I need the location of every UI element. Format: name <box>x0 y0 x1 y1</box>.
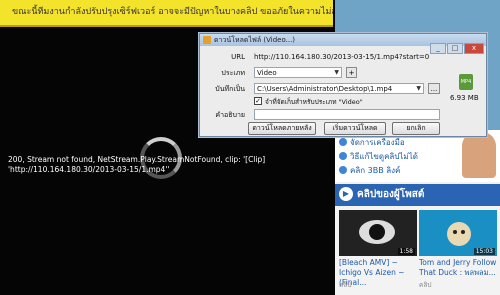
download-later-button[interactable]: ดาวน์โหลดภายหลัง <box>248 122 316 135</box>
download-dialog: ดาวน์โหลดไฟล์ (Video...) _ □ x URL http://… <box>199 33 487 137</box>
video-duration: 1:58 <box>397 248 415 255</box>
remember-label: จำที่จัดเก็บสำหรับประเภท "Video" <box>265 98 363 106</box>
stream-error-message: 200, Stream not found, NetStream.Play.St… <box>8 155 266 174</box>
category-select[interactable]: Video ▼ <box>254 67 342 78</box>
video-duration: 15:03 <box>473 248 495 255</box>
description-label: คำอธิบาย <box>215 111 245 119</box>
maintenance-notice: ขณะนี้ทีมงานกำลังปรับปรุงเซิร์ฟเวอร์ อาจ… <box>0 0 333 27</box>
chevron-down-icon: ▼ <box>416 85 421 92</box>
browse-button[interactable]: ... <box>428 83 440 94</box>
close-button[interactable]: x <box>464 43 484 54</box>
video-meta: คลิป <box>339 281 352 289</box>
promo-link-3[interactable]: คลิก 3BB ลิงค์ <box>339 164 400 177</box>
video-thumbnail[interactable]: 15:03 <box>419 210 497 256</box>
url-value: http://110.164.180.30/2013-03-15/1.mp4?s… <box>254 53 430 61</box>
promo-link-1[interactable]: จัดการเครื่องมือ <box>339 136 405 149</box>
promo-link-2[interactable]: วิธีแก้ไขดูคลิปไม่ได้ <box>339 150 418 163</box>
info-icon <box>339 138 347 146</box>
description-field[interactable] <box>254 109 440 120</box>
info-icon <box>339 166 347 174</box>
chevron-down-icon: ▼ <box>334 69 339 76</box>
file-size: 6.93 MB <box>450 94 479 102</box>
mp4-file-icon: MP4 <box>459 74 473 90</box>
info-icon <box>339 152 347 160</box>
add-category-button[interactable]: + <box>346 67 357 78</box>
cancel-button[interactable]: ยกเลิก <box>392 122 440 135</box>
dialog-titlebar[interactable]: ดาวน์โหลดไฟล์ (Video...) _ □ x <box>200 34 486 54</box>
maximize-button[interactable]: □ <box>447 43 463 54</box>
promo-person-image <box>462 132 496 178</box>
section-header: ▶ คลิปของผู้โพสต์ <box>335 184 500 206</box>
dialog-title: ดาวน์โหลดไฟล์ (Video...) <box>214 36 296 44</box>
video-title-link[interactable]: Tom and Jerry Follow That Duck : พลพลม..… <box>419 258 497 278</box>
video-meta: คลิป <box>419 281 432 289</box>
remember-checkbox[interactable]: ✓ <box>254 97 262 105</box>
promo-box: จัดการเครื่องมือ วิธีแก้ไขดูคลิปไม่ได้ ค… <box>335 130 500 182</box>
video-thumbnail[interactable]: 1:58 <box>339 210 417 256</box>
saveto-label: บันทึกเป็น <box>215 85 245 93</box>
play-arrow-icon: ▶ <box>339 187 353 201</box>
saveto-path-field[interactable]: C:\Users\Administrator\Desktop\1.mp4 ▼ <box>254 83 424 94</box>
start-download-button[interactable]: เริ่มดาวน์โหลด <box>324 122 386 135</box>
category-label: ประเภท <box>221 69 245 77</box>
url-label: URL <box>231 53 245 61</box>
minimize-button[interactable]: _ <box>430 43 446 54</box>
app-icon <box>203 36 211 44</box>
